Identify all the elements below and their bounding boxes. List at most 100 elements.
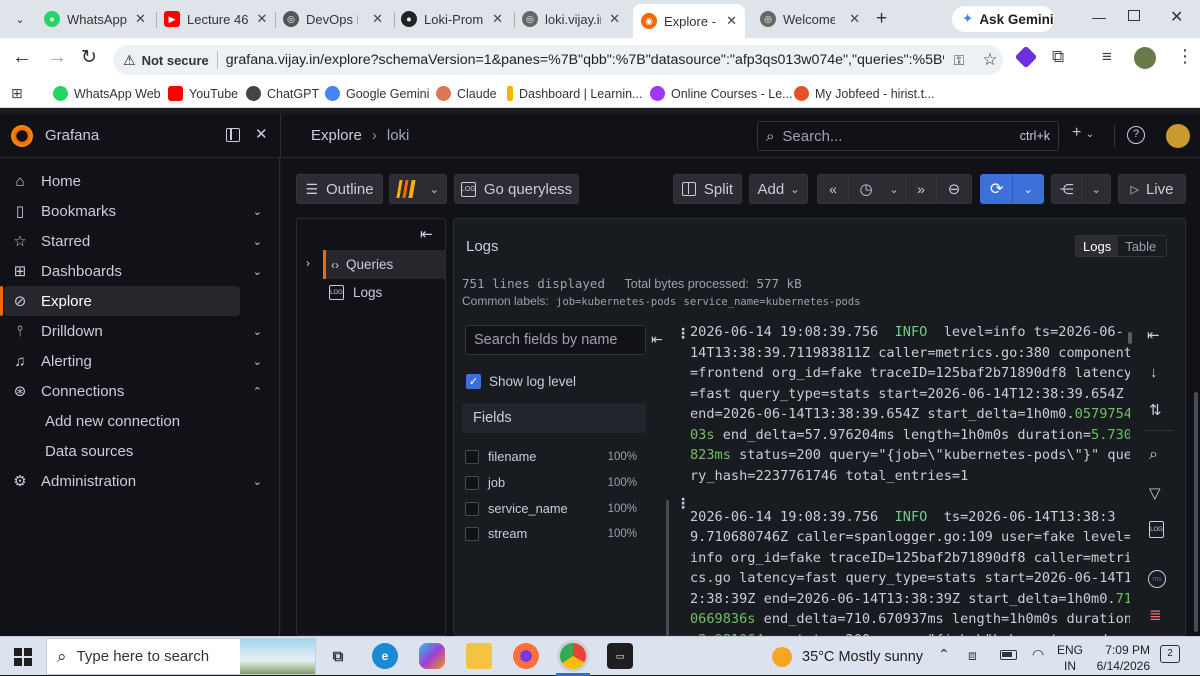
nav-data-sources[interactable]: Data sources [4,436,240,466]
collapse-outline-icon[interactable]: ⇤ [420,225,433,243]
close-window-button[interactable]: ✕ [1170,7,1183,27]
password-key-icon[interactable]: ⚿ [954,52,965,69]
field-checkbox[interactable] [465,475,479,490]
scroll-to-bottom-icon[interactable]: ↓ [1150,364,1158,381]
logs-scrollbar[interactable] [1128,332,1132,344]
bookmark-chatgpt[interactable]: ChatGPT [246,86,319,101]
back-icon[interactable]: ← [12,46,32,69]
reload-icon[interactable]: ↻ [81,46,97,69]
close-tab-icon[interactable]: ✕ [248,11,272,27]
bookmark-gemini[interactable]: Google Gemini [325,86,429,101]
outline-button[interactable]: ☰ Outline [296,174,383,204]
close-tab-icon[interactable]: ✕ [718,13,745,29]
collapse-controls-icon[interactable]: ⇤ [1147,326,1160,344]
bookmark-star-icon[interactable]: ☆ [982,50,997,70]
edge-icon[interactable]: e [372,643,398,669]
tab-whatsapp[interactable]: ● WhatsApp ✕ [44,4,152,34]
new-tab-button[interactable]: + [876,8,887,30]
nav-home[interactable]: ⌂ Home [4,166,240,196]
live-button[interactable]: ▷ Live [1118,174,1186,204]
tab-loki-prom[interactable]: ● Loki-Prom ✕ [401,4,511,34]
tray-network-icon[interactable]: ⧈ [968,647,977,664]
search-logs-icon[interactable]: ⌕ [1149,446,1158,464]
nav-alerting[interactable]: ♫ Alerting ⌄ [4,346,262,376]
zoom-out-icon[interactable]: ⊖ [937,180,971,198]
chevron-down-icon[interactable]: ⌄ [1082,183,1110,196]
filter-levels-icon[interactable]: ▽ [1149,484,1161,502]
nav-administration[interactable]: ⚙ Administration ⌄ [4,466,262,496]
profile-avatar[interactable] [1134,47,1156,69]
restore-button[interactable] [1128,10,1140,21]
file-explorer-icon[interactable] [466,643,492,669]
timestamp-ms-icon[interactable]: ms [1148,570,1166,588]
chevron-down-icon[interactable]: ⌄ [253,325,262,338]
close-menu-icon[interactable]: ✕ [255,125,268,143]
field-row[interactable]: job 100% [465,475,637,490]
close-tab-icon[interactable]: ✕ [127,11,152,27]
weather-widget[interactable]: 35°C Mostly sunny [772,647,923,667]
bookmark-youtube[interactable]: YouTube [168,86,238,101]
field-row[interactable]: service_name 100% [465,501,637,516]
tray-wifi-icon[interactable]: ◠ [1032,646,1044,663]
view-logs-button[interactable]: Logs [1076,236,1119,256]
forward-icon[interactable]: → [47,46,67,69]
nav-connections[interactable]: ⊛ Connections ⌃ [4,376,262,406]
chevron-down-icon[interactable]: ⌄ [1013,183,1043,196]
task-view-icon[interactable]: ⧉ [325,643,351,669]
bookmark-whatsapp[interactable]: WhatsApp Web [53,86,161,101]
minimize-button[interactable]: — [1092,9,1106,25]
field-checkbox[interactable] [465,449,479,464]
field-row[interactable]: stream 100% [465,526,637,541]
windows-start-icon[interactable] [14,648,32,666]
logs-format-icon[interactable]: LOG [1149,521,1164,538]
sort-order-icon[interactable]: ⇅ [1149,401,1162,419]
address-bar[interactable]: ⚠ Not secure grafana.vijay.in/explore?sc… [113,45,1003,75]
field-row[interactable]: filename 100% [465,449,637,464]
tray-language[interactable]: ENG IN [1057,642,1083,674]
nav-dashboards[interactable]: ⊞ Dashboards ⌄ [4,256,262,286]
search-fields-input[interactable]: Search fields by name [465,325,646,355]
chevron-down-icon[interactable]: ⌄ [253,205,262,218]
tab-devops[interactable]: ◎DevOps D✕ [283,4,391,34]
tab-explore-active[interactable]: ◉ Explore - l ✕ [633,4,745,38]
nav-explore[interactable]: ⊘ Explore [0,286,240,316]
bookmark-jobfeed[interactable]: My Jobfeed - hirist.t... [794,86,934,101]
wrap-lines-icon[interactable]: ≣ [1149,606,1162,624]
outline-item-logs[interactable]: LOG Logs [329,285,382,300]
fields-scrollbar[interactable] [666,500,669,636]
help-icon[interactable]: ? [1127,126,1145,144]
main-scrollbar[interactable] [1194,392,1198,632]
log-line-menu-icon[interactable]: ⋮ [676,495,690,512]
go-queryless-button[interactable]: LOG Go queryless [454,174,579,204]
bookmark-dashboard[interactable]: Dashboard | Learnin... [507,86,642,101]
log-line-menu-icon[interactable]: ⋮ [676,325,690,342]
ask-gemini-button[interactable]: ✦ Ask Gemini [952,6,1054,32]
chrome-icon[interactable] [560,643,586,669]
tray-chevron-up-icon[interactable]: ⌃ [938,646,950,663]
grafana-logo-icon[interactable] [11,125,33,147]
nav-drilldown[interactable]: ⫯ Drilldown ⌄ [4,316,262,346]
close-tab-icon[interactable]: ✕ [364,11,391,27]
chevron-down-icon[interactable]: ⌄ [253,355,262,368]
tab-search-button[interactable]: ⌄ [8,8,32,30]
run-query-button[interactable]: ⟳ ⌄ [980,174,1044,204]
firefox-icon[interactable] [513,643,539,669]
extensions-icon[interactable]: ⧉ [1052,47,1064,67]
close-tab-icon[interactable]: ✕ [841,11,868,27]
close-tab-icon[interactable]: ✕ [601,11,628,27]
copilot-icon[interactable] [419,643,445,669]
chevron-up-icon[interactable]: ⌃ [253,385,262,398]
search-input[interactable]: ⌕ Search... ctrl+k [757,121,1059,151]
add-button[interactable]: Add ⌄ [749,174,808,204]
chevron-down-icon[interactable]: ⌄ [883,183,905,196]
collapse-fields-icon[interactable]: ⇤ [651,331,663,348]
show-log-level-checkbox[interactable]: ✓ Show log level [466,374,576,389]
breadcrumb-explore[interactable]: Explore [311,127,362,144]
notifications-icon[interactable]: 2 [1160,645,1180,663]
tray-battery-icon[interactable] [1000,650,1017,660]
taskbar-search-input[interactable]: ⌕ Type here to search [46,638,316,675]
media-control-icon[interactable]: ≡ [1102,47,1112,67]
tab-loki-vijay[interactable]: ◎ loki.vijay.in ✕ [522,4,628,34]
shift-back-icon[interactable]: « [818,181,848,197]
terminal-icon[interactable]: ▭ [607,643,633,669]
